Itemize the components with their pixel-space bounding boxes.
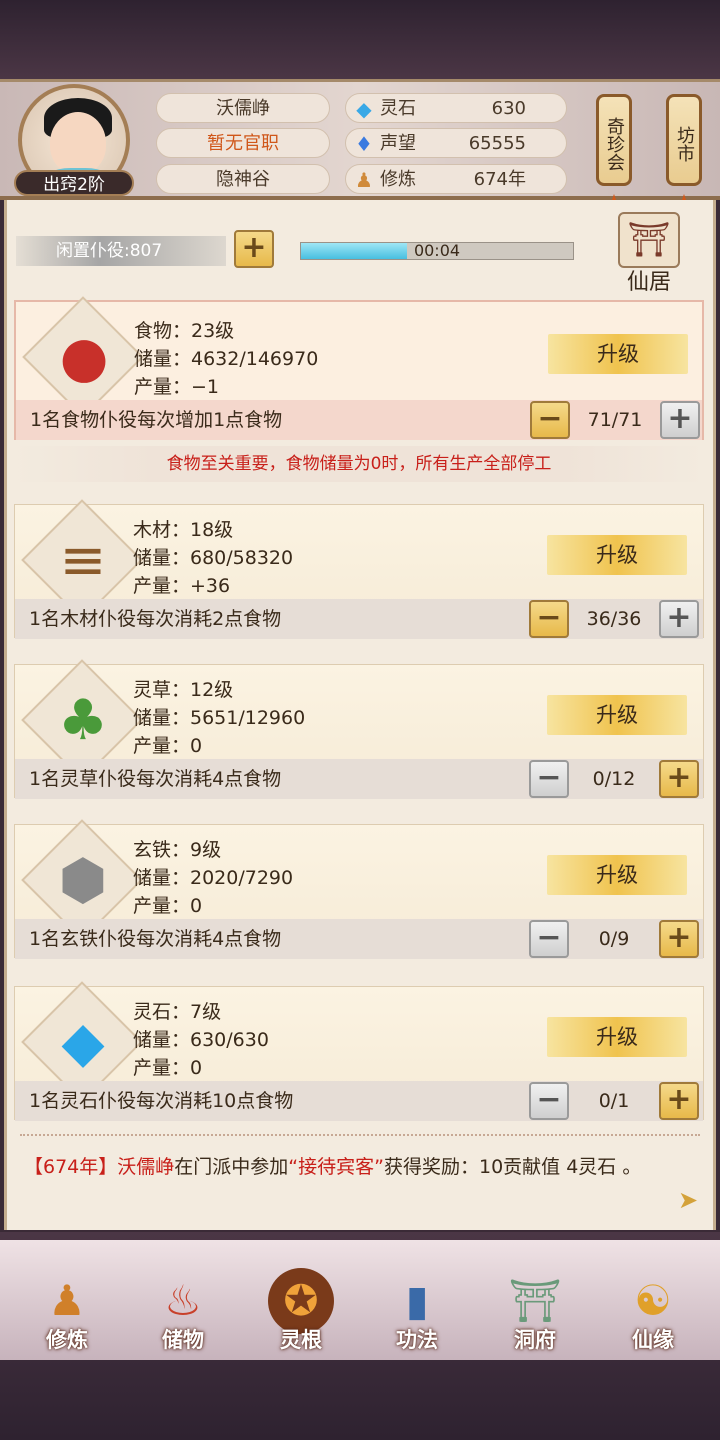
nav-label: 灵根	[280, 1328, 322, 1352]
iron-icon: ⬢	[58, 848, 108, 913]
card-storage: 储量：4632/146970	[134, 348, 319, 370]
section-divider	[20, 1134, 700, 1138]
worker-description: 1名玄铁仆役每次消耗4点食物	[29, 928, 282, 950]
card-output: 产量：0	[133, 735, 203, 757]
worker-description: 1名木材仆役每次消耗2点食物	[29, 608, 282, 630]
nav-fate[interactable]: ☯ 仙缘	[608, 1262, 698, 1358]
official-post[interactable]: 暂无官职	[156, 128, 330, 158]
worker-count: 0/9	[598, 928, 630, 950]
increase-worker-button[interactable]: +	[659, 600, 699, 638]
rank-label: 出窍2阶	[14, 170, 134, 196]
increase-worker-button[interactable]: +	[660, 401, 700, 439]
nav-technique[interactable]: ▮ 功法	[372, 1262, 462, 1358]
nav-cultivate[interactable]: ♟ 修炼	[22, 1262, 112, 1358]
cultivation-icon: ♟	[355, 168, 373, 192]
card-name: 灵石：7级	[133, 1001, 222, 1023]
resource-value: 630	[491, 98, 526, 119]
increase-worker-button[interactable]: +	[659, 1082, 699, 1120]
worker-description: 1名灵草仆役每次消耗4点食物	[29, 768, 282, 790]
herb-icon: ♣	[57, 688, 109, 753]
card-name: 食物：23级	[134, 320, 235, 342]
card-output: 产量：0	[133, 895, 203, 917]
sect-name: 隐神谷	[156, 164, 330, 194]
add-worker-button[interactable]: +	[234, 230, 274, 268]
progress-timer: 00:04	[413, 241, 461, 260]
log-expand-arrow-icon[interactable]: ➤	[672, 1186, 704, 1216]
card-output: 产量：−1	[134, 376, 220, 398]
market-lantern[interactable]: 坊市	[666, 94, 702, 186]
prestige-icon: ♦	[355, 132, 373, 156]
wood-icon: ≡	[59, 528, 107, 593]
nav-label: 修炼	[46, 1328, 88, 1352]
upgrade-button[interactable]: 升级	[547, 855, 687, 895]
resource-card-herb: ♣ 灵草：12级 储量：5651/12960 产量：0 升级 1名灵草仆役每次消…	[14, 659, 704, 799]
card-storage: 储量：680/58320	[133, 547, 294, 569]
nav-label: 储物	[162, 1328, 204, 1352]
worker-count: 0/1	[598, 1090, 630, 1112]
nav-spirit-root[interactable]: ✪ 灵根	[256, 1262, 346, 1358]
nav-label: 功法	[396, 1328, 438, 1352]
card-name: 木材：18级	[133, 519, 234, 541]
top-decoration-bar	[0, 0, 720, 82]
decrease-worker-button[interactable]: −	[529, 920, 569, 958]
nav-storage[interactable]: ♨ 储物	[138, 1262, 228, 1358]
upgrade-button[interactable]: 升级	[548, 334, 688, 374]
card-storage: 储量：2020/7290	[133, 867, 294, 889]
spirit-stone-resource: ◆ 灵石 630	[345, 93, 567, 123]
worker-description: 1名食物仆役每次增加1点食物	[30, 409, 283, 431]
increase-worker-button[interactable]: +	[659, 920, 699, 958]
resource-card-wood: ≡ 木材：18级 储量：680/58320 产量：+36 升级 1名木材仆役每次…	[14, 499, 704, 639]
decrease-worker-button[interactable]: −	[529, 1082, 569, 1120]
nav-label: 洞府	[514, 1328, 556, 1352]
worker-description: 1名灵石仆役每次消耗10点食物	[29, 1090, 294, 1112]
log-year: 【674年】	[24, 1156, 118, 1178]
decrease-worker-button[interactable]: −	[529, 760, 569, 798]
player-name: 沃儒峥	[156, 93, 330, 123]
production-progress: 00:04	[300, 242, 574, 260]
pavilion-icon[interactable]: ⛩	[618, 212, 680, 268]
idle-workers-label: 闲置仆役:807	[16, 236, 226, 266]
worker-count: 0/12	[592, 768, 636, 790]
nav-cave-mansion[interactable]: ⛩ 洞府	[490, 1262, 580, 1358]
crystal-icon: ◆	[61, 1010, 105, 1075]
resource-label: 修炼	[380, 169, 416, 190]
resource-card-spirit-stone: ◆ 灵石：7级 储量：630/630 产量：0 升级 1名灵石仆役每次消耗10点…	[14, 981, 704, 1121]
resource-card-food: ● 食物：23级 储量：4632/146970 产量：−1 升级 1名食物仆役每…	[14, 296, 704, 440]
decrease-worker-button[interactable]: −	[529, 600, 569, 638]
cultivation-resource: ♟ 修炼 674年	[345, 164, 567, 194]
event-log: 【674年】沃儒峥在门派中参加“接待宾客”获得奖励：10贡献值 4灵石 。	[24, 1152, 664, 1182]
card-storage: 储量：5651/12960	[133, 707, 306, 729]
card-name: 玄铁：9级	[133, 839, 222, 861]
resource-value: 65555	[468, 133, 526, 154]
resource-label: 声望	[380, 133, 416, 154]
resource-value: 674年	[473, 169, 526, 190]
meat-icon: ●	[59, 325, 109, 390]
avatar-face	[50, 112, 106, 174]
rare-treasure-lantern[interactable]: 奇珍会	[596, 94, 632, 186]
upgrade-button[interactable]: 升级	[547, 695, 687, 735]
card-name: 灵草：12级	[133, 679, 234, 701]
spirit-stone-icon: ◆	[356, 97, 372, 121]
resource-card-iron: ⬢ 玄铁：9级 储量：2020/7290 产量：0 升级 1名玄铁仆役每次消耗4…	[14, 819, 704, 959]
card-output: 产量：0	[133, 1057, 203, 1079]
decrease-worker-button[interactable]: −	[530, 401, 570, 439]
nav-label: 仙缘	[632, 1328, 674, 1352]
upgrade-button[interactable]: 升级	[547, 535, 687, 575]
log-reward: 获得奖励：10贡献值 4灵石 。	[383, 1156, 642, 1178]
resource-label: 灵石	[380, 98, 416, 119]
prestige-resource: ♦ 声望 65555	[345, 128, 567, 158]
increase-worker-button[interactable]: +	[659, 760, 699, 798]
worker-count: 36/36	[586, 608, 642, 630]
worker-count: 71/71	[587, 409, 643, 431]
food-warning-text: 食物至关重要，食物储量为0时，所有生产全部停工	[14, 446, 704, 482]
log-event: “接待宾客”	[288, 1156, 384, 1178]
upgrade-button[interactable]: 升级	[547, 1017, 687, 1057]
card-storage: 储量：630/630	[133, 1029, 269, 1051]
log-text: 在门派中参加	[174, 1156, 289, 1178]
residence-label[interactable]: 仙居	[604, 268, 694, 298]
card-output: 产量：+36	[133, 575, 231, 597]
log-player-name: 沃儒峥	[117, 1156, 175, 1178]
